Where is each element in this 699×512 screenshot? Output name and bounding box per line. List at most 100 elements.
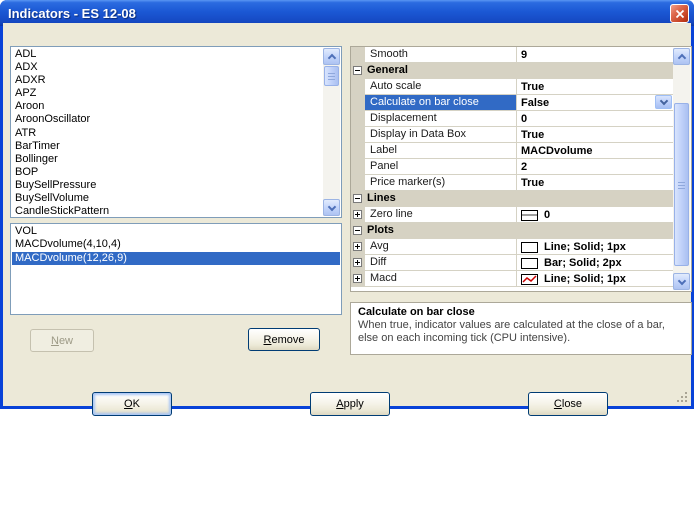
property-name[interactable]: Display in Data Box xyxy=(365,127,516,142)
list-item-selected[interactable]: MACDvolume(12,26,9) xyxy=(12,251,340,266)
dialog-body: ADL ADX ADXR APZ Aroon AroonOscillator A… xyxy=(3,23,692,416)
collapse-icon[interactable] xyxy=(353,66,362,75)
list-item[interactable]: CandleStickPattern xyxy=(12,205,323,216)
chevron-down-icon xyxy=(327,202,337,212)
collapse-icon[interactable] xyxy=(353,226,362,235)
property-name[interactable]: Smooth xyxy=(365,47,516,62)
expand-icon[interactable] xyxy=(353,210,362,219)
property-name[interactable]: Diff xyxy=(365,255,516,270)
list-item[interactable]: APZ xyxy=(12,87,323,100)
list-item[interactable]: ADX xyxy=(12,61,323,74)
property-value[interactable]: MACDvolume xyxy=(516,143,674,158)
indent-cell xyxy=(351,223,365,239)
available-list-scrollbar[interactable] xyxy=(323,48,340,216)
property-name[interactable]: Calculate on bar close xyxy=(365,95,516,110)
scrollbar-track[interactable] xyxy=(673,65,690,273)
property-name[interactable]: Macd xyxy=(365,271,516,286)
category-row-general[interactable]: General xyxy=(351,63,674,79)
category-row-plots[interactable]: Plots xyxy=(351,223,674,239)
property-row-display-in-data-box[interactable]: Display in Data Box True xyxy=(351,127,674,143)
indent-cell xyxy=(351,159,365,174)
property-value-text: 0 xyxy=(521,113,528,125)
list-item[interactable]: ADL xyxy=(12,48,323,61)
property-value[interactable]: Line; Solid; 1px xyxy=(516,271,674,286)
property-row-avg[interactable]: Avg Line; Solid; 1px xyxy=(351,239,674,255)
property-row-zero-line[interactable]: Zero line 0 xyxy=(351,207,674,223)
indent-cell xyxy=(351,143,365,158)
property-value-text: 0 xyxy=(544,209,551,221)
property-row-smooth[interactable]: Smooth 9 xyxy=(351,47,674,63)
property-value[interactable]: Line; Solid; 1px xyxy=(516,239,674,254)
chevron-up-icon xyxy=(677,53,687,63)
remove-button[interactable]: Remove xyxy=(248,328,320,351)
property-value[interactable]: True xyxy=(516,127,674,142)
property-value[interactable]: True xyxy=(516,79,674,94)
property-row-price-markers[interactable]: Price marker(s) True xyxy=(351,175,674,191)
list-item[interactable]: BarTimer xyxy=(12,140,323,153)
help-description: When true, indicator values are calculat… xyxy=(358,319,665,344)
property-name[interactable]: Panel xyxy=(365,159,516,174)
list-item[interactable]: ADXR xyxy=(12,74,323,87)
scrollbar-thumb[interactable] xyxy=(674,103,689,266)
property-value-text: True xyxy=(521,129,545,141)
ok-button[interactable]: OK xyxy=(92,392,172,416)
property-value[interactable]: 0 xyxy=(516,207,674,222)
property-name[interactable]: Displacement xyxy=(365,111,516,126)
apply-button[interactable]: Apply xyxy=(310,392,390,416)
list-item[interactable]: VOL xyxy=(12,225,340,238)
property-name[interactable]: Zero line xyxy=(365,207,516,222)
property-value-dropdown[interactable]: False xyxy=(516,95,674,110)
available-indicators-list[interactable]: ADL ADX ADXR APZ Aroon AroonOscillator A… xyxy=(10,46,342,218)
property-name[interactable]: Auto scale xyxy=(365,79,516,94)
dropdown-button[interactable] xyxy=(655,95,672,109)
list-item[interactable]: BuySellVolume xyxy=(12,192,323,205)
property-grid-scrollbar[interactable] xyxy=(673,48,690,290)
indent-cell xyxy=(351,239,365,254)
property-row-auto-scale[interactable]: Auto scale True xyxy=(351,79,674,95)
property-value-text: Line; Solid; 1px xyxy=(544,273,626,285)
property-row-diff[interactable]: Diff Bar; Solid; 2px xyxy=(351,255,674,271)
scroll-up-button[interactable] xyxy=(673,48,690,65)
property-name[interactable]: Price marker(s) xyxy=(365,175,516,190)
property-value[interactable]: Bar; Solid; 2px xyxy=(516,255,674,270)
list-item[interactable]: ATR xyxy=(12,127,323,140)
desktop-background: Indicators - ES 12-08 ADL ADX ADXR APZ A… xyxy=(0,0,699,512)
property-value-text: 9 xyxy=(521,49,528,61)
property-row-displacement[interactable]: Displacement 0 xyxy=(351,111,674,127)
configured-indicators-list[interactable]: VOL MACDvolume(4,10,4) MACDvolume(12,26,… xyxy=(10,223,342,315)
category-row-lines[interactable]: Lines xyxy=(351,191,674,207)
indent-cell xyxy=(351,111,365,126)
property-value[interactable]: True xyxy=(516,175,674,190)
property-name[interactable]: Avg xyxy=(365,239,516,254)
new-button[interactable]: New xyxy=(30,329,94,352)
resize-grip[interactable] xyxy=(685,400,687,402)
property-value[interactable]: 0 xyxy=(516,111,674,126)
property-row-panel[interactable]: Panel 2 xyxy=(351,159,674,175)
close-button[interactable]: Close xyxy=(528,392,608,416)
expand-icon[interactable] xyxy=(353,274,362,283)
list-item[interactable]: BOP xyxy=(12,166,323,179)
property-row-calculate-on-bar-close[interactable]: Calculate on bar close False xyxy=(351,95,674,111)
scrollbar-thumb[interactable] xyxy=(324,66,339,86)
property-name[interactable]: Label xyxy=(365,143,516,158)
property-value[interactable]: 9 xyxy=(516,47,674,62)
list-item[interactable]: MACDvolume(4,10,4) xyxy=(12,238,340,251)
chevron-up-icon xyxy=(327,53,337,63)
list-item[interactable]: BuySellPressure xyxy=(12,179,323,192)
scroll-down-button[interactable] xyxy=(673,273,690,290)
property-row-label[interactable]: Label MACDvolume xyxy=(351,143,674,159)
close-window-button[interactable] xyxy=(670,4,689,23)
category-name: Plots xyxy=(367,224,394,236)
property-value[interactable]: 2 xyxy=(516,159,674,174)
list-item[interactable]: Aroon xyxy=(12,100,323,113)
scroll-down-button[interactable] xyxy=(323,199,340,216)
expand-icon[interactable] xyxy=(353,258,362,267)
property-row-macd[interactable]: Macd Line; Solid; 1px xyxy=(351,271,674,287)
scrollbar-track[interactable] xyxy=(323,65,340,199)
empty-swatch-icon xyxy=(521,257,538,269)
list-item[interactable]: AroonOscillator xyxy=(12,113,323,126)
scroll-up-button[interactable] xyxy=(323,48,340,65)
expand-icon[interactable] xyxy=(353,242,362,251)
collapse-icon[interactable] xyxy=(353,194,362,203)
list-item[interactable]: Bollinger xyxy=(12,153,323,166)
